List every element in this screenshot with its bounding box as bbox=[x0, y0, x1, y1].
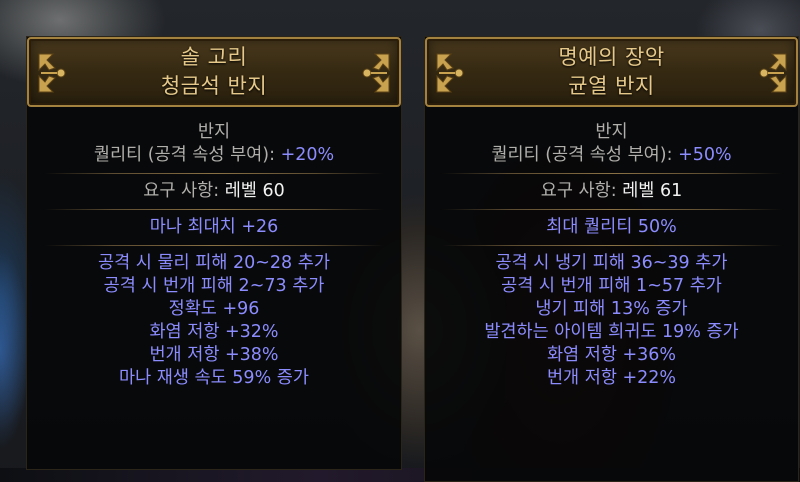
gold-corner-ornament-icon bbox=[759, 53, 787, 93]
separator bbox=[441, 209, 782, 210]
quality-line: 퀄리티 (공격 속성 부여): +50% bbox=[425, 144, 798, 167]
gold-corner-ornament-icon bbox=[38, 53, 66, 93]
item-class: 반지 bbox=[595, 122, 628, 142]
explicit-mod[interactable]: 공격 시 번개 피해 1~57 추가 bbox=[425, 275, 798, 298]
explicit-mod[interactable]: 공격 시 번개 피해 2~73 추가 bbox=[27, 275, 401, 298]
explicit-mod[interactable]: 발견하는 아이템 희귀도 19% 증가 bbox=[425, 321, 798, 344]
item-tooltip-left: 솔 고리 청금석 반지 반지 퀄리티 (공격 속성 부여): +20% 요구 사… bbox=[26, 36, 402, 470]
separator bbox=[44, 173, 384, 174]
explicit-mod[interactable]: 공격 시 물리 피해 20~28 추가 bbox=[27, 252, 401, 275]
item-name: 솔 고리 bbox=[180, 45, 248, 69]
implicit-mod: 최대 퀄리티 50% bbox=[546, 217, 677, 237]
quality-value: +50% bbox=[678, 145, 732, 165]
separator bbox=[44, 245, 384, 246]
requirement-value: 레벨 61 bbox=[622, 181, 683, 201]
explicit-mod[interactable]: 마나 재생 속도 59% 증가 bbox=[27, 367, 401, 390]
quality-label: 퀄리티 (공격 속성 부여): bbox=[491, 145, 679, 165]
separator bbox=[44, 209, 384, 210]
item-tooltip-right: 명예의 장악 균열 반지 반지 퀄리티 (공격 속성 부여): +50% 요구 … bbox=[424, 36, 799, 482]
requirement-label: 요구 사항: bbox=[143, 181, 225, 201]
quality-value: +20% bbox=[280, 145, 335, 165]
item-header: 솔 고리 청금석 반지 bbox=[27, 37, 401, 107]
requirement-value: 레벨 60 bbox=[224, 181, 285, 201]
explicit-mod[interactable]: 화염 저항 +32% bbox=[27, 321, 401, 344]
item-header: 명예의 장악 균열 반지 bbox=[425, 37, 798, 107]
item-base-type: 청금석 반지 bbox=[160, 74, 268, 98]
gold-corner-ornament-icon bbox=[362, 53, 390, 93]
explicit-mod[interactable]: 번개 저항 +22% bbox=[425, 367, 798, 390]
explicit-mod[interactable]: 번개 저항 +38% bbox=[27, 344, 401, 367]
requirement-line: 요구 사항: 레벨 61 bbox=[425, 180, 798, 203]
requirement-label: 요구 사항: bbox=[540, 181, 623, 201]
explicit-mod[interactable]: 공격 시 냉기 피해 36~39 추가 bbox=[425, 252, 798, 275]
explicit-mod[interactable]: 정확도 +96 bbox=[27, 298, 401, 321]
quality-line: 퀄리티 (공격 속성 부여): +20% bbox=[27, 144, 401, 167]
implicit-mod: 마나 최대치 +26 bbox=[149, 217, 279, 237]
explicit-mod[interactable]: 화염 저항 +36% bbox=[425, 344, 798, 367]
gold-corner-ornament-icon bbox=[436, 53, 464, 93]
item-class: 반지 bbox=[197, 122, 231, 142]
separator bbox=[441, 173, 782, 174]
explicit-mod[interactable]: 냉기 피해 13% 증가 bbox=[425, 298, 798, 321]
quality-label: 퀄리티 (공격 속성 부여): bbox=[93, 145, 281, 165]
requirement-line: 요구 사항: 레벨 60 bbox=[27, 180, 401, 203]
item-name: 명예의 장악 bbox=[558, 45, 665, 69]
separator bbox=[441, 245, 782, 246]
item-base-type: 균열 반지 bbox=[568, 74, 655, 98]
